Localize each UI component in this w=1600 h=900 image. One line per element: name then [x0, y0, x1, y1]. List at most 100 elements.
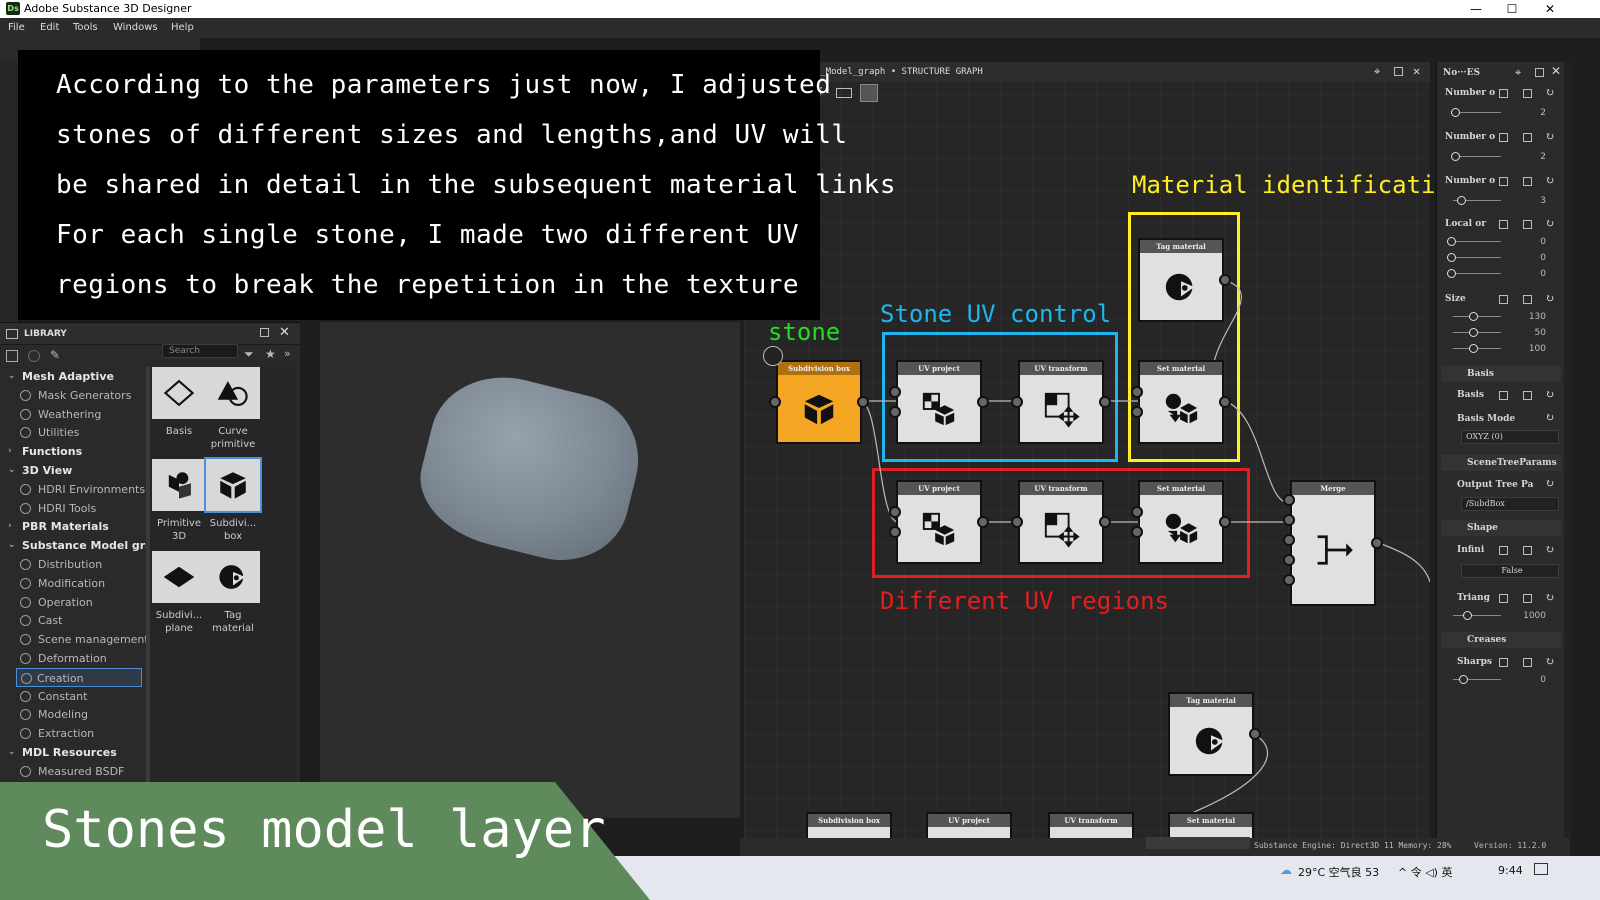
menu-tools[interactable]: Tools [73, 22, 98, 33]
section-shape[interactable]: Shape [1441, 520, 1561, 536]
library-tree-item[interactable]: Weathering [0, 405, 148, 424]
float-props-icon[interactable] [1535, 68, 1544, 77]
library-search-input[interactable]: Search [162, 344, 238, 358]
library-grid-item[interactable]: Tag material [206, 551, 260, 635]
reset-icon[interactable]: ↻ [1545, 411, 1554, 424]
library-tree-item[interactable]: Cast [0, 611, 148, 630]
menu-windows[interactable]: Windows [113, 22, 158, 33]
library-tree-item[interactable]: Mask Generators [0, 386, 148, 405]
close-panel-icon[interactable]: ✕ [279, 325, 290, 340]
expose-icon[interactable] [1499, 177, 1508, 186]
reset-icon[interactable]: ↻ [1545, 217, 1554, 230]
library-grid-item[interactable]: Curve primitive [206, 367, 260, 451]
expand-icon[interactable]: » [284, 347, 291, 360]
reset-icon[interactable]: ↻ [1545, 543, 1554, 556]
chevron-down-icon[interactable]: ⌄ [8, 367, 16, 386]
library-tree-item[interactable]: HDRI Tools [0, 499, 148, 518]
basis-mode-select[interactable]: OXYZ (0) [1461, 430, 1559, 444]
input-pin[interactable] [889, 526, 901, 538]
function-icon[interactable] [1523, 391, 1532, 400]
function-icon[interactable] [1523, 658, 1532, 667]
output-pin[interactable] [1219, 396, 1231, 408]
library-tree-item[interactable]: ⌄ Substance Model gra... [0, 536, 148, 555]
chevron-down-icon[interactable]: ⌄ [8, 461, 16, 480]
close-button[interactable]: ✕ [1530, 0, 1570, 18]
graph-node-uv-transform[interactable]: UV transform [1018, 480, 1104, 564]
library-tree-item[interactable]: Creation [16, 667, 142, 687]
graph-node-tag-material[interactable]: Tag material [1138, 238, 1224, 322]
slider-knob[interactable] [1463, 611, 1472, 620]
reset-icon[interactable]: ↻ [1545, 130, 1554, 143]
function-icon[interactable] [1523, 89, 1532, 98]
section-basis[interactable]: Basis [1441, 366, 1561, 382]
chevron-down-icon[interactable]: ⌄ [8, 536, 16, 555]
graph-node-merge[interactable]: Merge [1290, 480, 1376, 606]
slider-knob[interactable] [1469, 328, 1478, 337]
expose-icon[interactable] [1499, 133, 1508, 142]
expose-icon[interactable] [1499, 89, 1508, 98]
output-pin[interactable] [1219, 516, 1231, 528]
reset-icon[interactable]: ↻ [1545, 591, 1554, 604]
input-pin[interactable] [1283, 554, 1295, 566]
expose-icon[interactable] [1499, 391, 1508, 400]
input-pin[interactable] [1131, 506, 1143, 518]
output-pin[interactable] [857, 396, 869, 408]
expose-icon[interactable] [1499, 546, 1508, 555]
input-pin[interactable] [769, 396, 781, 408]
library-tree-item[interactable]: Scene management [0, 630, 148, 649]
graph-node-uv-project[interactable]: UV project [896, 480, 982, 564]
library-tree-item[interactable]: Measured BSDF [0, 762, 148, 781]
expose-icon[interactable] [1499, 295, 1508, 304]
output-pin[interactable] [1219, 274, 1231, 286]
reset-icon[interactable]: ↻ [1545, 292, 1554, 305]
function-icon[interactable] [1523, 295, 1532, 304]
refresh-icon[interactable] [28, 350, 40, 362]
clock[interactable]: 9:44 [1498, 864, 1523, 877]
slider-knob[interactable] [1451, 152, 1460, 161]
properties-scrollbar[interactable] [1564, 62, 1572, 838]
menu-edit[interactable]: Edit [40, 22, 59, 33]
slider-knob[interactable] [1451, 108, 1460, 117]
section-scene-tree[interactable]: SceneTreeParams [1441, 455, 1561, 471]
reset-icon[interactable]: ↻ [1545, 388, 1554, 401]
input-pin[interactable] [1131, 386, 1143, 398]
input-pin[interactable] [1283, 534, 1295, 546]
library-tree-item[interactable]: Utilities [0, 423, 148, 442]
3d-viewport[interactable] [320, 322, 740, 818]
input-pin[interactable] [1283, 574, 1295, 586]
library-tree-item[interactable]: ⌄ 3D View [0, 461, 148, 480]
reset-icon[interactable]: ↻ [1545, 477, 1554, 490]
slider-knob[interactable] [1447, 269, 1456, 278]
library-grid-item[interactable]: Primitive 3D [152, 459, 206, 543]
output-pin[interactable] [977, 516, 989, 528]
graph-node-set-material[interactable]: Set material [1138, 360, 1224, 444]
chevron-down-icon[interactable]: ⌄ [8, 743, 16, 762]
input-pin[interactable] [889, 506, 901, 518]
menu-file[interactable]: File [8, 22, 25, 33]
library-tree-item[interactable]: ⌄ Mesh Adaptive [0, 367, 148, 386]
input-pin[interactable] [889, 406, 901, 418]
slider-knob[interactable] [1459, 675, 1468, 684]
function-icon[interactable] [1523, 594, 1532, 603]
graph-node-uv-project[interactable]: UV project [896, 360, 982, 444]
library-grid-item[interactable]: Subdivi... box [204, 457, 262, 543]
slider-knob[interactable] [1447, 253, 1456, 262]
input-pin[interactable] [1131, 526, 1143, 538]
library-tree-item[interactable]: Extraction [0, 724, 148, 743]
graph-node-uv-transform[interactable]: UV transform [1018, 360, 1104, 444]
chevron-right-icon[interactable]: › [8, 517, 12, 536]
output-tree-input[interactable]: /SubdBox [1461, 497, 1559, 511]
library-tree-item[interactable]: ⌄ MDL Resources [0, 743, 148, 762]
infinite-toggle[interactable]: False [1461, 564, 1559, 578]
edit-icon[interactable]: ✎ [50, 348, 60, 362]
input-pin[interactable] [1011, 516, 1023, 528]
maximize-button[interactable]: ☐ [1492, 0, 1532, 18]
function-icon[interactable] [1523, 546, 1532, 555]
library-tree-item[interactable]: HDRI Environments [0, 480, 148, 499]
library-grid-item[interactable]: Basis [152, 367, 206, 438]
output-pin[interactable] [1099, 516, 1111, 528]
library-tree-item[interactable]: Operation [0, 593, 148, 612]
system-tray[interactable]: ^ 令 ◁) 英 [1398, 864, 1452, 880]
reset-icon[interactable]: ↻ [1545, 655, 1554, 668]
notification-icon[interactable] [1534, 863, 1548, 875]
